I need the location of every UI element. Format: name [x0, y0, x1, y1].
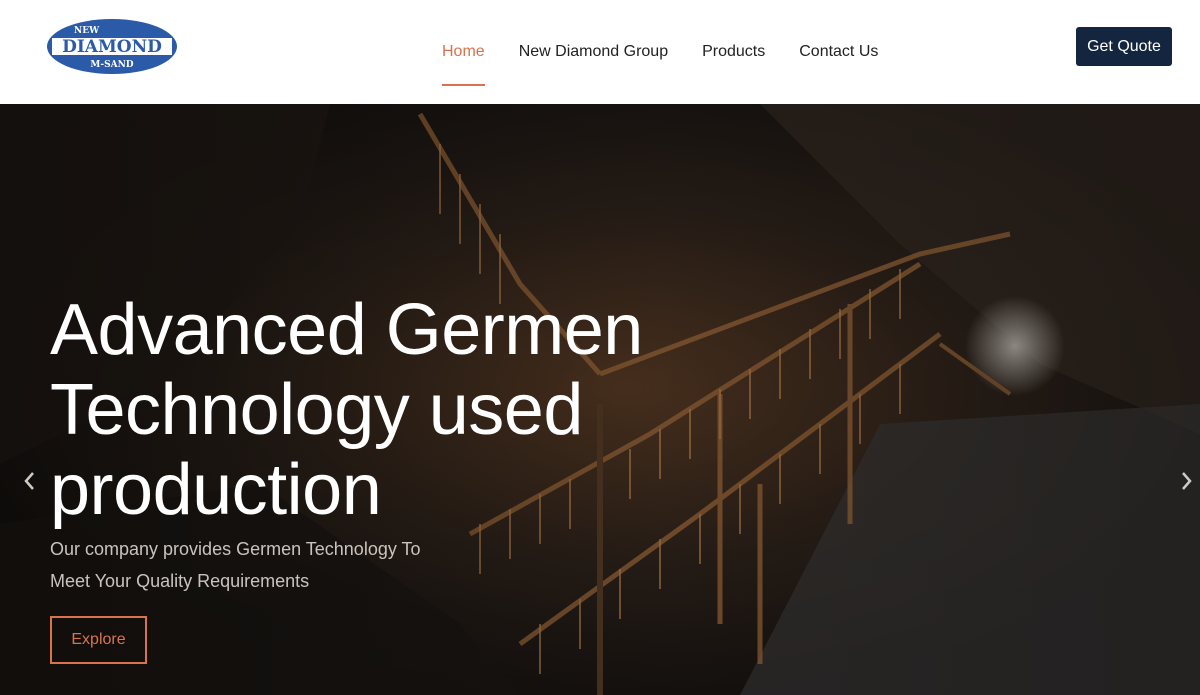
- nav-products[interactable]: Products: [702, 0, 765, 104]
- nav-home[interactable]: Home: [442, 0, 485, 104]
- get-quote-button[interactable]: Get Quote: [1076, 27, 1172, 66]
- explore-button[interactable]: Explore: [50, 616, 147, 664]
- hero-subtitle-line-1: Our company provides Germen Technology T…: [50, 539, 421, 559]
- brand-logo[interactable]: NEW DIAMOND M-SAND: [46, 18, 178, 75]
- hero-slider: Advanced Germen Technology used producti…: [0, 104, 1200, 695]
- chevron-left-icon[interactable]: [18, 466, 40, 496]
- chevron-right-icon[interactable]: [1176, 466, 1198, 496]
- logo-top-text: NEW: [74, 26, 100, 36]
- hero-title-line-1: Advanced Germen: [50, 290, 643, 370]
- hero-subtitle-line-2: Meet Your Quality Requirements: [50, 571, 310, 591]
- hero-title-line-2: Technology used: [50, 370, 583, 450]
- main-nav: Home New Diamond Group Products Contact …: [442, 0, 878, 104]
- logo-main-text: DIAMOND: [62, 37, 162, 57]
- nav-new-diamond-group[interactable]: New Diamond Group: [519, 0, 668, 104]
- logo-bottom-text: M-SAND: [90, 60, 133, 70]
- nav-contact-us[interactable]: Contact Us: [799, 0, 878, 104]
- hero-subtitle: Our company provides Germen Technology T…: [50, 533, 450, 597]
- site-header: NEW DIAMOND M-SAND Home New Diamond Grou…: [0, 0, 1200, 104]
- hero-title: Advanced Germen Technology used producti…: [50, 290, 690, 530]
- hero-title-line-3: production: [50, 450, 382, 530]
